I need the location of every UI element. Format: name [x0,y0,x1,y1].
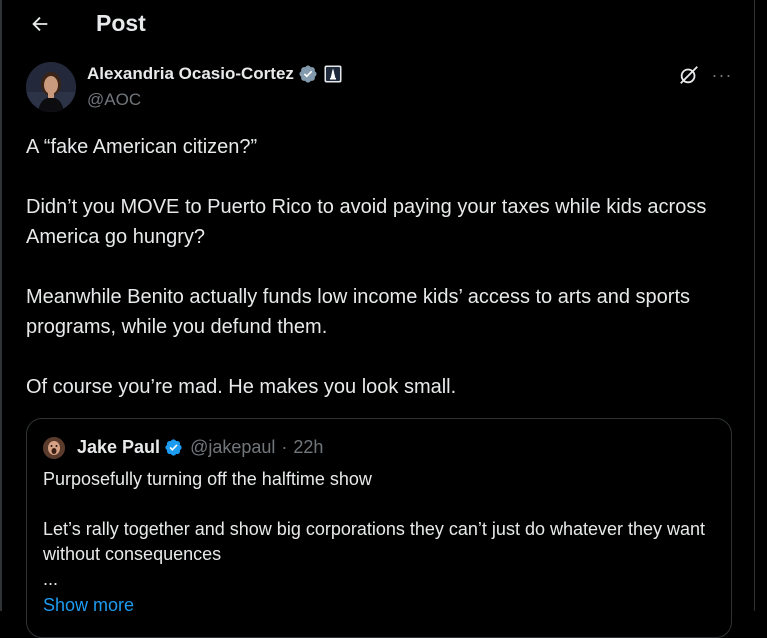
post-paragraph: Didn’t you MOVE to Puerto Rico to avoid … [26,196,707,248]
quoted-avatar-image [43,437,65,459]
quoted-paragraph: Purposefully turning off the halftime sh… [43,469,372,489]
quoted-display-name[interactable]: Jake Paul [77,437,160,458]
grok-icon [680,66,698,84]
page-title: Post [96,10,146,36]
arrow-left-icon [32,16,48,32]
more-options-button[interactable]: ··· [710,62,734,88]
verified-badge-icon[interactable] [298,64,318,84]
back-button[interactable] [22,6,58,42]
right-border [754,0,755,611]
avatar-image [26,62,76,112]
quoted-handle[interactable]: @jakepaul [190,437,275,458]
author-handle[interactable]: @AOC [87,90,141,110]
quoted-header: Jake Paul @jakepaul · 22h [77,437,323,458]
verified-badge-icon[interactable] [164,438,184,458]
post-paragraph: Of course you’re mad. He makes you look … [26,376,457,398]
grok-button[interactable] [676,62,702,88]
post-paragraph: Meanwhile Benito actually funds low inco… [26,286,691,338]
separator-dot: · [281,437,288,457]
quoted-ellipsis: ... [43,569,59,589]
author-name-row: Alexandria Ocasio-Cortez [87,64,342,84]
author-display-name[interactable]: Alexandria Ocasio-Cortez [87,64,294,84]
quoted-body: Purposefully turning off the halftime sh… [43,467,723,592]
avatar[interactable] [26,62,76,112]
post-body: A “fake American citizen?” Didn’t you MO… [26,132,736,402]
quoted-timestamp[interactable]: 22h [293,437,323,458]
government-building-icon[interactable] [324,65,342,83]
show-more-link[interactable]: Show more [43,595,134,616]
post-paragraph: A “fake American citizen?” [26,136,258,158]
quoted-paragraph: Let’s rally together and show big corpor… [43,519,706,564]
quoted-avatar[interactable] [43,437,65,459]
post-header: Post [0,0,754,50]
quoted-post[interactable]: Jake Paul @jakepaul · 22h Purposefully t… [26,418,732,638]
left-border [0,0,2,611]
